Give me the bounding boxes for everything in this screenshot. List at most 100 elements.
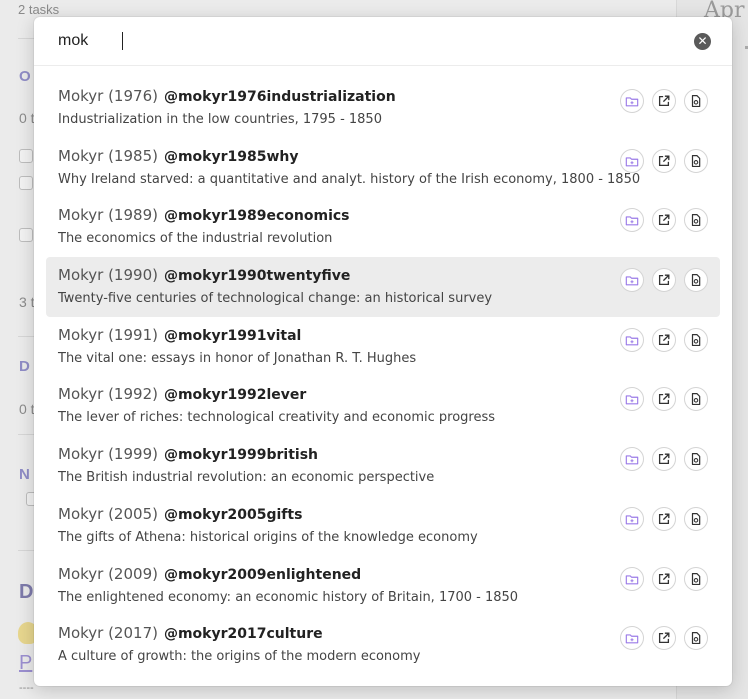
result-title: Industrialization in the low countries, … (58, 112, 382, 127)
open-file-button[interactable] (684, 626, 708, 651)
file-icon (689, 94, 703, 108)
result-citekey: @mokyr1990twentyfive (163, 268, 351, 285)
result-author: Mokyr (2009) (58, 564, 158, 583)
folder-icon (625, 452, 639, 466)
text-caret (122, 32, 123, 50)
result-row[interactable]: Mokyr (1985) @mokyr1985why Why Ireland sta… (46, 138, 720, 198)
open-link-button[interactable] (652, 208, 676, 233)
open-folder-button[interactable] (620, 327, 644, 352)
external-link-icon (657, 452, 671, 466)
result-row[interactable]: Mokyr (1976) @mokyr1976industrialization I… (46, 78, 720, 138)
open-folder-button[interactable] (620, 506, 644, 531)
result-row[interactable]: Mokyr (1989) @mokyr1989economics The econo… (46, 197, 720, 257)
bg-link: P (19, 652, 33, 674)
search-bar: ✕ (34, 17, 732, 66)
result-actions (620, 327, 708, 352)
open-file-button[interactable] (684, 506, 708, 531)
result-row[interactable]: Mokyr (1990) @mokyr1990twentyfive Twenty-f… (46, 257, 720, 317)
open-link-button[interactable] (652, 447, 676, 472)
result-actions (620, 626, 708, 651)
close-icon: ✕ (697, 34, 708, 48)
result-citekey: @mokyr1992lever (163, 387, 307, 404)
file-icon (689, 273, 703, 287)
clear-search-button[interactable]: ✕ (694, 33, 711, 50)
open-link-button[interactable] (652, 566, 676, 591)
external-link-icon (657, 213, 671, 227)
open-file-button[interactable] (684, 566, 708, 591)
open-file-button[interactable] (684, 208, 708, 233)
file-icon (689, 631, 703, 645)
external-link-icon (657, 512, 671, 526)
result-citekey: @mokyr1999british (163, 447, 318, 464)
open-folder-button[interactable] (620, 387, 644, 412)
file-icon (689, 572, 703, 586)
open-link-button[interactable] (652, 148, 676, 173)
bg-heading: D (19, 581, 34, 603)
open-folder-button[interactable] (620, 148, 644, 173)
result-citekey: @mokyr1991vital (163, 327, 302, 344)
folder-icon (625, 512, 639, 526)
open-folder-button[interactable] (620, 208, 644, 233)
result-title: The lever of riches: technological creat… (58, 410, 496, 426)
bg-count: 0 t (19, 110, 35, 126)
bg-heading: N (19, 466, 30, 483)
result-title: A culture of growth: the origins of the … (58, 649, 421, 665)
file-icon (689, 452, 703, 466)
bg-heading: O (19, 68, 31, 85)
bg-heading: D (19, 358, 30, 375)
open-folder-button[interactable] (620, 268, 644, 293)
folder-icon (625, 333, 639, 347)
folder-icon (625, 572, 639, 586)
open-folder-button[interactable] (620, 89, 644, 113)
bg-divider (18, 434, 34, 435)
open-file-button[interactable] (684, 268, 708, 293)
file-icon (689, 392, 703, 406)
open-file-button[interactable] (684, 148, 708, 173)
folder-icon (625, 213, 639, 227)
external-link-icon (657, 631, 671, 645)
open-link-button[interactable] (652, 268, 676, 293)
bg-checkbox (19, 228, 33, 242)
external-link-icon (657, 273, 671, 287)
search-input[interactable] (58, 29, 678, 53)
result-title: The enlightened economy: an economic his… (58, 589, 519, 605)
open-folder-button[interactable] (620, 447, 644, 472)
result-title: The gifts of Athena: historical origins … (58, 529, 478, 545)
folder-icon (625, 631, 639, 645)
results-list: Mokyr (1976) @mokyr1976industrialization I… (46, 78, 720, 675)
result-author: Mokyr (2017) (58, 624, 158, 643)
result-title: The vital one: essays in honor of Jonath… (58, 350, 417, 366)
open-file-button[interactable] (684, 387, 708, 412)
open-folder-button[interactable] (620, 626, 644, 651)
open-folder-button[interactable] (620, 566, 644, 591)
result-author: Mokyr (1999) (58, 445, 158, 464)
folder-icon (625, 392, 639, 406)
open-file-button[interactable] (684, 447, 708, 472)
open-link-button[interactable] (652, 327, 676, 352)
result-row[interactable]: Mokyr (2005) @mokyr2005gifts The gifts of … (46, 496, 720, 556)
result-row[interactable]: Mokyr (2009) @mokyr2009enlightened The enl… (46, 556, 720, 616)
open-link-button[interactable] (652, 89, 676, 113)
open-file-button[interactable] (684, 89, 708, 113)
open-file-button[interactable] (684, 327, 708, 352)
bg-task-count: 2 tasks (18, 2, 60, 17)
result-author: Mokyr (1992) (58, 385, 158, 404)
external-link-icon (657, 392, 671, 406)
folder-icon (625, 154, 639, 168)
result-row[interactable]: Mokyr (2017) @mokyr2017culture A culture o… (46, 615, 720, 675)
result-title: The British industrial revolution: an ec… (58, 470, 435, 486)
result-actions (620, 89, 708, 113)
bg-count: 0 t (19, 401, 35, 417)
open-link-button[interactable] (652, 506, 676, 531)
open-link-button[interactable] (652, 387, 676, 412)
result-row[interactable]: Mokyr (1991) @mokyr1991vital The vital one… (46, 317, 720, 377)
result-row[interactable]: Mokyr (1999) @mokyr1999british The British… (46, 436, 720, 496)
result-row[interactable]: Mokyr (1992) @mokyr1992lever The lever of … (46, 376, 720, 436)
result-author: Mokyr (1991) (58, 325, 158, 344)
result-title: The economics of the industrial revoluti… (58, 231, 333, 247)
result-actions (620, 447, 708, 472)
external-link-icon (657, 154, 671, 168)
result-title: Why Ireland starved: a quantitative and … (58, 171, 641, 187)
open-link-button[interactable] (652, 626, 676, 651)
folder-icon (625, 273, 639, 287)
